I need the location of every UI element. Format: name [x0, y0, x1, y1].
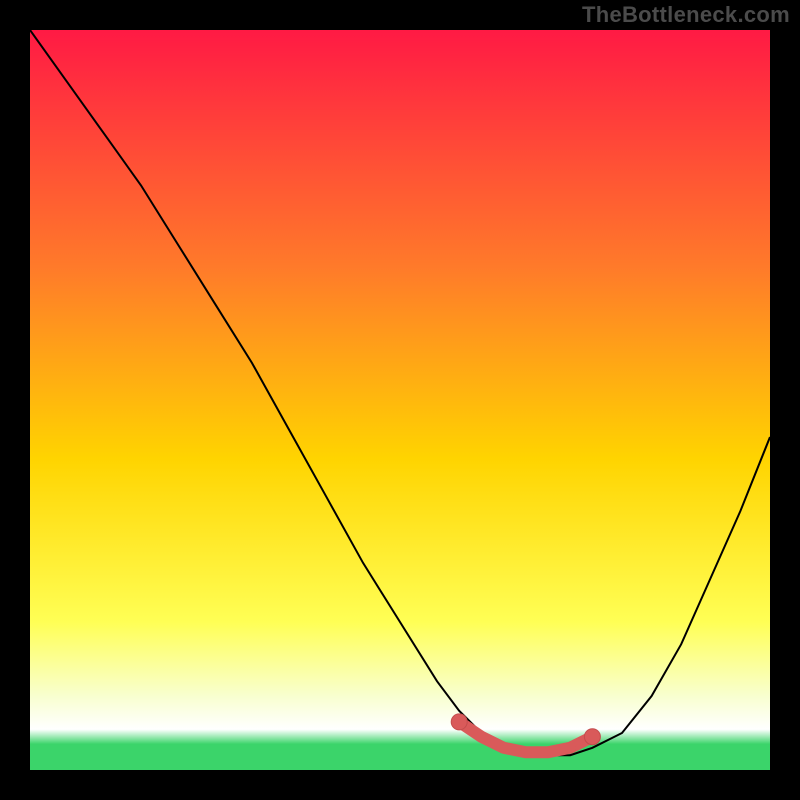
gradient-background — [30, 30, 770, 770]
marker-dot — [451, 714, 467, 730]
marker-dot — [520, 747, 531, 758]
marker-dot — [543, 747, 554, 758]
marker-dot — [498, 742, 509, 753]
marker-dot — [584, 729, 600, 745]
plot-area — [30, 30, 770, 770]
marker-dot — [476, 731, 487, 742]
marker-dot — [565, 742, 576, 753]
chart-frame: TheBottleneck.com — [0, 0, 800, 800]
watermark-text: TheBottleneck.com — [582, 2, 790, 28]
